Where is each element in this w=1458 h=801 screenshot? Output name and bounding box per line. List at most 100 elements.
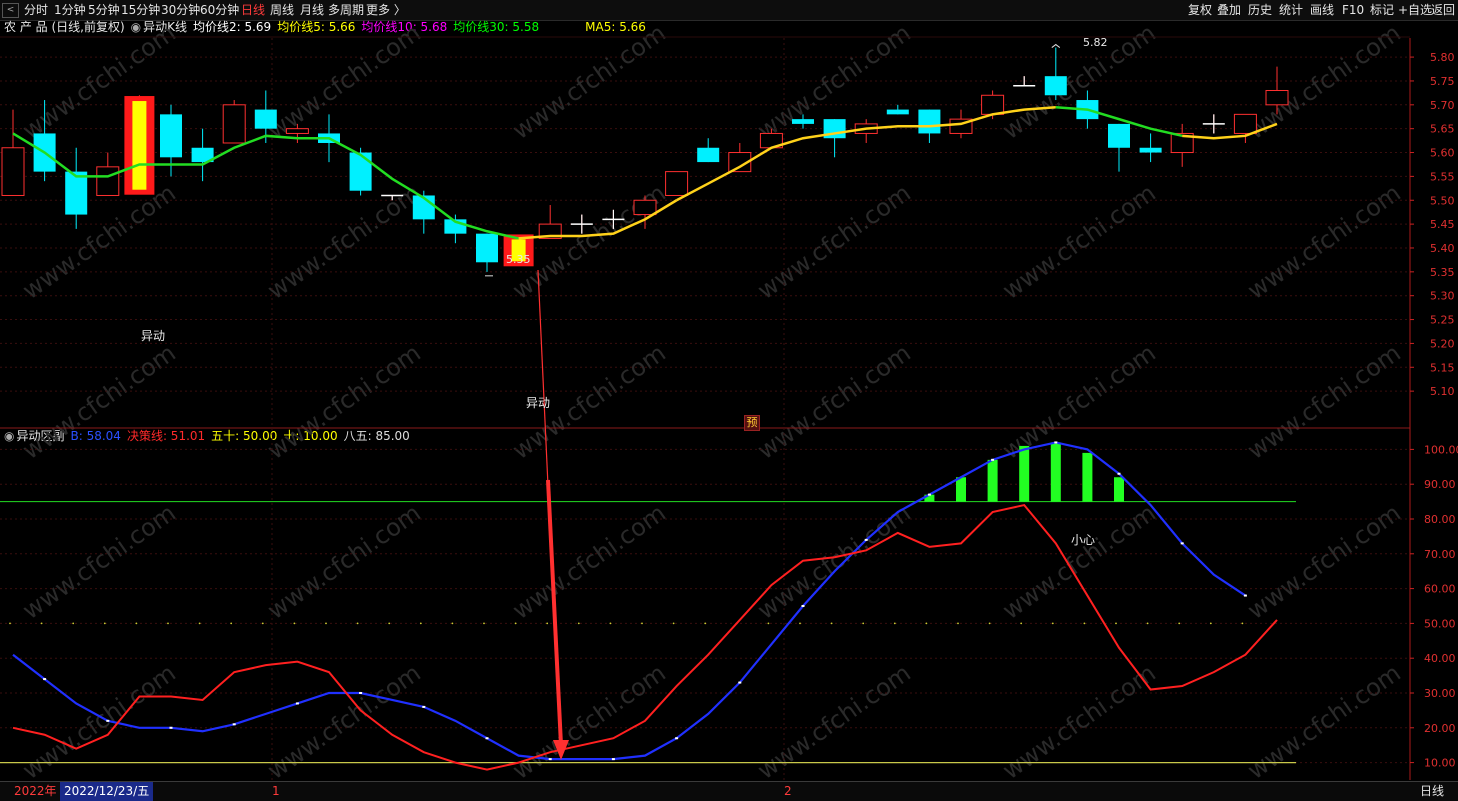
candle [1044,47,1067,101]
candle [1202,114,1225,134]
indicator-toggle-icon[interactable]: ◉ [131,20,141,34]
period-tab-7[interactable]: 周线 [270,0,294,20]
toolbar-button-5[interactable]: F10 [1342,0,1364,20]
period-tab-10[interactable]: 更多 〉 [366,0,406,20]
b-line-marker [422,705,426,708]
candle [697,138,720,163]
eighty-five-value: 八五: 85.00 [343,429,410,443]
b-line-marker [43,678,47,681]
candle [602,209,625,229]
watermark-text: www.cfchi.com [507,659,670,785]
candle [981,90,1005,120]
period-tab-8[interactable]: 月线 [300,0,324,20]
candle-body [349,152,372,191]
b-line-marker [675,737,679,740]
candle [33,100,56,182]
price-tick-label: 5.45 [1430,218,1455,231]
line-50-dot [451,622,454,625]
candle [476,233,498,272]
candle [444,214,467,244]
candle [1,109,25,196]
toolbar-button-6[interactable]: 标记 [1370,0,1394,20]
candle [349,147,372,196]
toolbar-button-4[interactable]: 画线 [1310,0,1334,20]
period-tab-2[interactable]: 5分钟 [88,0,120,20]
period-button[interactable]: 日线 [1420,782,1444,801]
back-icon[interactable]: < [2,3,19,18]
candle-body [1,147,25,196]
period-tab-9[interactable]: 多周期 [328,0,364,20]
candle-body [1265,89,1289,106]
watermark-text: www.cfchi.com [1242,19,1405,145]
price-tick-label: 5.40 [1430,242,1455,255]
period-tab-4[interactable]: 30分钟 [161,0,200,20]
candle-body [886,109,909,115]
line-50-dot [293,622,296,625]
line-50-dot [830,622,833,625]
candle-body [191,147,214,163]
line-50-dot [514,622,517,625]
indicator-name[interactable]: 异动K线 [143,20,187,34]
price-tick-label: 5.80 [1430,51,1455,64]
watermark-layer: www.cfchi.com www.cfchi.com www.cfchi.com w… [17,19,1405,785]
watermark-text: www.cfchi.com [997,19,1160,145]
line-50-dot [735,622,738,625]
line-50-dot [1020,622,1023,625]
line-50-dot [1146,622,1149,625]
strength-bar [1082,452,1093,502]
yu-badge[interactable]: 预 [744,415,760,431]
chart-canvas[interactable]: www.cfchi.com www.cfchi.com www.cfchi.com w… [0,0,1458,800]
candle [728,142,752,173]
candle [412,190,435,234]
sub-indicator-name[interactable]: 异动区副 [16,429,64,443]
main-legend: 农 产 品 (日线,前复权) ◉ 异动K线 均价线2: 5.69 均价线5: 5.66 均… [4,19,652,35]
toolbar-button-8[interactable]: 返回 [1431,0,1455,20]
period-tab-0[interactable]: 分时 [24,0,48,20]
line-50-dot [167,622,169,625]
candle-body [949,118,973,134]
line-50-dot [546,622,549,625]
b-line-marker [1054,441,1058,444]
line-50-dot [72,622,75,625]
watermark-text: www.cfchi.com [1242,339,1405,465]
yidong-label-left: 异动 [141,329,166,343]
b-line-marker [169,726,173,729]
line-50-dot [1083,622,1086,625]
candle [759,128,783,149]
strength-bar [924,494,935,502]
xiaoxin-label: 小心 [1071,533,1096,547]
line-50-dot [356,622,359,625]
period-tab-1[interactable]: 1分钟 [54,0,86,20]
toolbar-button-0[interactable]: 复权 [1188,0,1212,20]
candle [949,109,973,139]
toolbar-button-1[interactable]: 叠加 [1217,0,1241,20]
candle [318,114,340,163]
watermark-text: www.cfchi.com [17,339,180,465]
price-tick-label: 5.25 [1430,314,1455,327]
b-line-marker [738,681,742,684]
line-50-dot [40,622,43,625]
month-label-1: 1 [272,784,280,798]
toolbar-button-2[interactable]: 历史 [1248,0,1272,20]
period-tab-6[interactable]: 日线 [241,0,265,20]
candle [1076,90,1099,129]
line-50-dot [609,622,612,625]
ma2-value: 均价线2: 5.69 [192,20,272,34]
sub-toggle-icon[interactable]: ◉ [4,429,14,443]
ma30-value: 均价线30: 5.58 [453,20,540,34]
candle-body [728,152,752,173]
sub-legend: ◉ 异动区副 B: 58.04 决策线: 51.01 五十: 50.00 十: 10.00… [4,428,416,444]
toolbar-button-7[interactable]: +自选 [1398,0,1432,20]
candle [854,119,878,143]
candle [633,195,657,229]
indicator-tick-label: 60.00 [1424,583,1456,596]
watermark-text: www.cfchi.com [262,659,425,785]
line-50-dot [388,622,391,625]
watermark-text: www.cfchi.com [507,179,670,305]
high-marker [1051,43,1061,48]
period-tab-3[interactable]: 15分钟 [121,0,160,20]
toolbar-button-3[interactable]: 统计 [1279,0,1303,20]
period-tab-5[interactable]: 60分钟 [200,0,239,20]
line-50-dot [704,622,707,625]
watermark-text: www.cfchi.com [17,179,180,305]
